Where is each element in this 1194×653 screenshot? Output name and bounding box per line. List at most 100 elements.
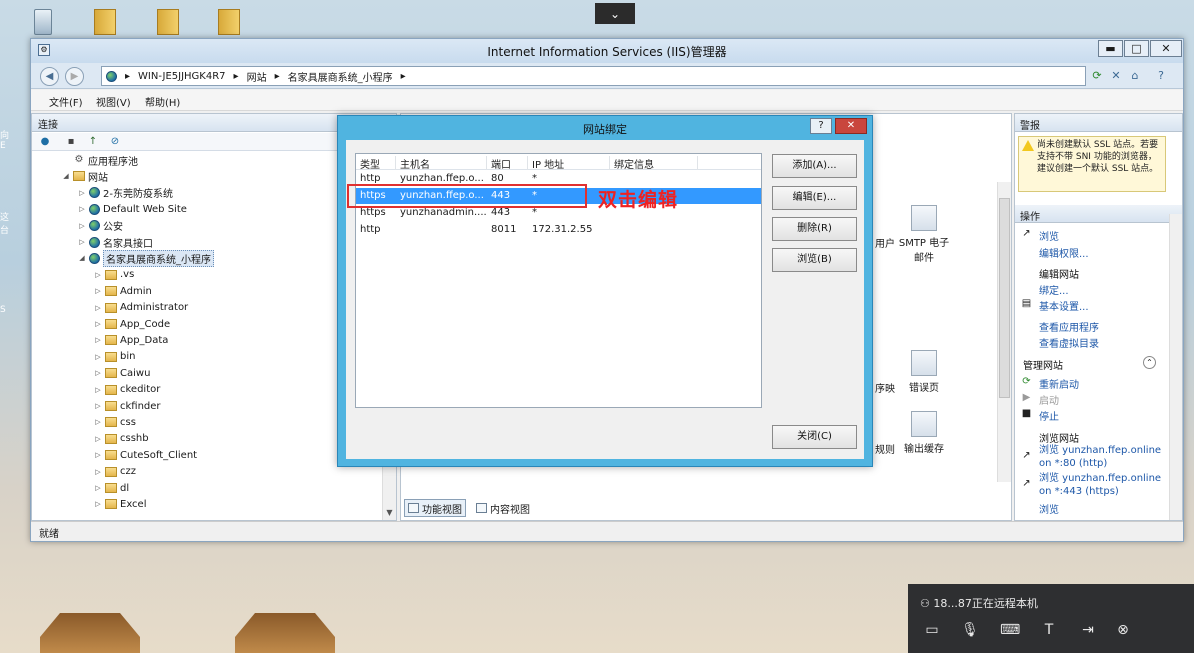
col-ip[interactable]: IP 地址 <box>528 156 610 171</box>
start-link[interactable]: 启动 <box>1039 392 1059 407</box>
binding-row[interactable]: http 8011 172.31.2.55 <box>356 222 761 238</box>
help-button[interactable]: ? <box>810 118 832 134</box>
tree-node[interactable]: ▷ dl <box>94 480 129 496</box>
desktop-folder-icon[interactable] <box>216 5 242 35</box>
expand-toggle-icon[interactable]: ▷ <box>94 468 102 476</box>
view-virtual-dirs-link[interactable]: 查看虚拟目录 <box>1039 335 1099 350</box>
maximize-button[interactable]: □ <box>1124 40 1149 57</box>
tree-node[interactable]: ▷ ckfinder <box>94 398 160 414</box>
tree-node[interactable]: ▷ Excel <box>94 496 146 512</box>
close-button[interactable]: ✕ <box>1150 40 1182 57</box>
tree-node[interactable]: ▷ 名家具接口 <box>78 234 153 250</box>
help-icon[interactable]: ? <box>1153 68 1169 84</box>
text-icon[interactable]: T <box>1039 620 1059 640</box>
expand-toggle-icon[interactable]: ▷ <box>78 189 86 197</box>
edit-button[interactable]: 编辑(E)... <box>772 186 857 210</box>
tree-node[interactable]: ▷ czz <box>94 464 136 480</box>
expand-toggle-icon[interactable]: ▷ <box>78 222 86 230</box>
browse-https-link[interactable]: 浏览 yunzhan.ffep.online on *:443 (https) <box>1039 472 1165 498</box>
tree-node[interactable]: ▷ .vs <box>94 267 134 283</box>
error-pages-feature[interactable]: 错误页 <box>894 350 954 394</box>
expand-toggle-icon[interactable]: ▷ <box>94 402 102 410</box>
refresh-icon[interactable]: ⟳ <box>1089 68 1105 84</box>
actions-scrollbar[interactable] <box>1169 214 1182 520</box>
menu-help[interactable]: 帮助(H) <box>145 94 180 109</box>
expand-toggle-icon[interactable]: ▷ <box>94 500 102 508</box>
restart-link[interactable]: 重新启动 <box>1039 376 1079 391</box>
expand-toggle-icon[interactable]: ▷ <box>94 369 102 377</box>
browse-more-link[interactable]: 浏览 <box>1039 501 1059 516</box>
browse-button[interactable]: 浏览(B) <box>772 248 857 272</box>
desktop-folder-icon[interactable] <box>92 5 118 35</box>
close-dialog-button[interactable]: 关闭(C) <box>772 425 857 449</box>
scroll-down-icon[interactable]: ▼ <box>383 506 396 520</box>
expand-toggle-icon[interactable]: ▷ <box>94 484 102 492</box>
dialog-close-icon[interactable]: ✕ <box>835 118 867 134</box>
expand-toggle-icon[interactable]: ▷ <box>94 287 102 295</box>
crumb-server[interactable]: WIN-JE5JJHGK4R7 <box>138 71 226 82</box>
tree-node[interactable]: ▷ csshb <box>94 431 148 447</box>
col-port[interactable]: 端口 <box>487 156 528 171</box>
expand-toggle-icon[interactable]: ▷ <box>78 238 86 246</box>
feature-scrollbar[interactable] <box>997 182 1011 482</box>
expand-toggle-icon[interactable]: ◢ <box>62 172 70 180</box>
expand-toggle-icon[interactable]: ▷ <box>94 451 102 459</box>
tree-node[interactable]: ▷ Caiwu <box>94 365 150 381</box>
smtp-email-feature[interactable]: SMTP 电子 邮件 <box>894 205 954 264</box>
tree-node[interactable]: ▷ ckeditor <box>94 382 160 398</box>
connect-globe-icon[interactable]: ● <box>38 135 52 149</box>
tree-node[interactable]: ▷ Default Web Site <box>78 201 187 217</box>
menu-view[interactable]: 视图(V) <box>96 94 131 109</box>
expand-toggle-icon[interactable]: ▷ <box>94 435 102 443</box>
recycle-bin-icon[interactable] <box>30 5 56 35</box>
scroll-thumb[interactable] <box>999 198 1010 398</box>
tree-node[interactable]: ▷ css <box>94 414 136 430</box>
tree-node[interactable]: ⚙ 应用程序池 <box>62 152 138 168</box>
keyboard-icon[interactable]: ⌨ <box>1000 620 1020 640</box>
forward-icon[interactable]: ▶ <box>65 67 84 86</box>
tree-node[interactable]: ▷ bin <box>94 349 135 365</box>
expand-toggle-icon[interactable]: ▷ <box>94 386 102 394</box>
tree-node[interactable]: ▷ 公安 <box>78 218 123 234</box>
tree-node[interactable]: ▷ CuteSoft_Client <box>94 447 197 463</box>
crumb-sites[interactable]: 网站 <box>247 69 267 84</box>
collapse-icon[interactable]: ⌃ <box>1143 356 1156 369</box>
desktop-folder-icon[interactable] <box>155 5 181 35</box>
crumb-site[interactable]: 名家具展商系统_小程序 <box>288 69 393 84</box>
edit-permissions-link[interactable]: 编辑权限... <box>1039 245 1089 260</box>
file-transfer-icon[interactable]: ⇥ <box>1078 620 1098 640</box>
bindings-link[interactable]: 绑定... <box>1039 282 1069 297</box>
col-host[interactable]: 主机名 <box>396 156 487 171</box>
tree-node[interactable]: ▷ App_Data <box>94 332 168 348</box>
up-folder-icon[interactable]: ↑ <box>86 135 100 149</box>
stop-icon[interactable]: ✕ <box>1108 68 1124 84</box>
top-chevron-button[interactable]: ⌄ <box>595 3 635 24</box>
browse-http-link[interactable]: 浏览 yunzhan.ffep.online on *:80 (http) <box>1039 444 1165 470</box>
col-info[interactable]: 绑定信息 <box>610 156 698 171</box>
back-icon[interactable]: ◀ <box>40 67 59 86</box>
col-type[interactable]: 类型 <box>356 156 396 171</box>
stop-link[interactable]: 停止 <box>1039 408 1059 423</box>
breadcrumb[interactable]: ▸ WIN-JE5JJHGK4R7 ▸ 网站 ▸ 名家具展商系统_小程序 ▸ <box>101 66 1086 86</box>
tree-node[interactable]: ▷ App_Code <box>94 316 170 332</box>
tree-node[interactable]: ▷ Administrator <box>94 300 188 316</box>
minimize-button[interactable]: ▬ <box>1098 40 1123 57</box>
menu-file[interactable]: 文件(F) <box>49 94 83 109</box>
expand-toggle-icon[interactable]: ▷ <box>94 353 102 361</box>
expand-toggle-icon[interactable]: ▷ <box>78 205 86 213</box>
chat-icon[interactable]: ▭ <box>922 620 942 640</box>
add-button[interactable]: 添加(A)... <box>772 154 857 178</box>
remove-button[interactable]: 删除(R) <box>772 217 857 241</box>
expand-toggle-icon[interactable]: ▷ <box>94 304 102 312</box>
expand-toggle-icon[interactable]: ▷ <box>94 320 102 328</box>
expand-toggle-icon[interactable]: ▷ <box>94 271 102 279</box>
browse-link[interactable]: 浏览 <box>1039 228 1059 243</box>
expand-toggle-icon[interactable]: ▷ <box>94 336 102 344</box>
basic-settings-link[interactable]: 基本设置... <box>1039 298 1089 313</box>
output-cache-feature[interactable]: 输出缓存 <box>894 411 954 455</box>
tree-node[interactable]: ◢ 名家具展商系统_小程序 <box>78 249 214 267</box>
tree-node[interactable]: ▷ Admin <box>94 283 152 299</box>
disconnect-icon[interactable]: ⊘ <box>108 135 122 149</box>
tree-node[interactable]: ▷ 2-东莞防疫系统 <box>78 185 173 201</box>
microphone-icon[interactable]: 🎙︎ <box>960 620 980 640</box>
